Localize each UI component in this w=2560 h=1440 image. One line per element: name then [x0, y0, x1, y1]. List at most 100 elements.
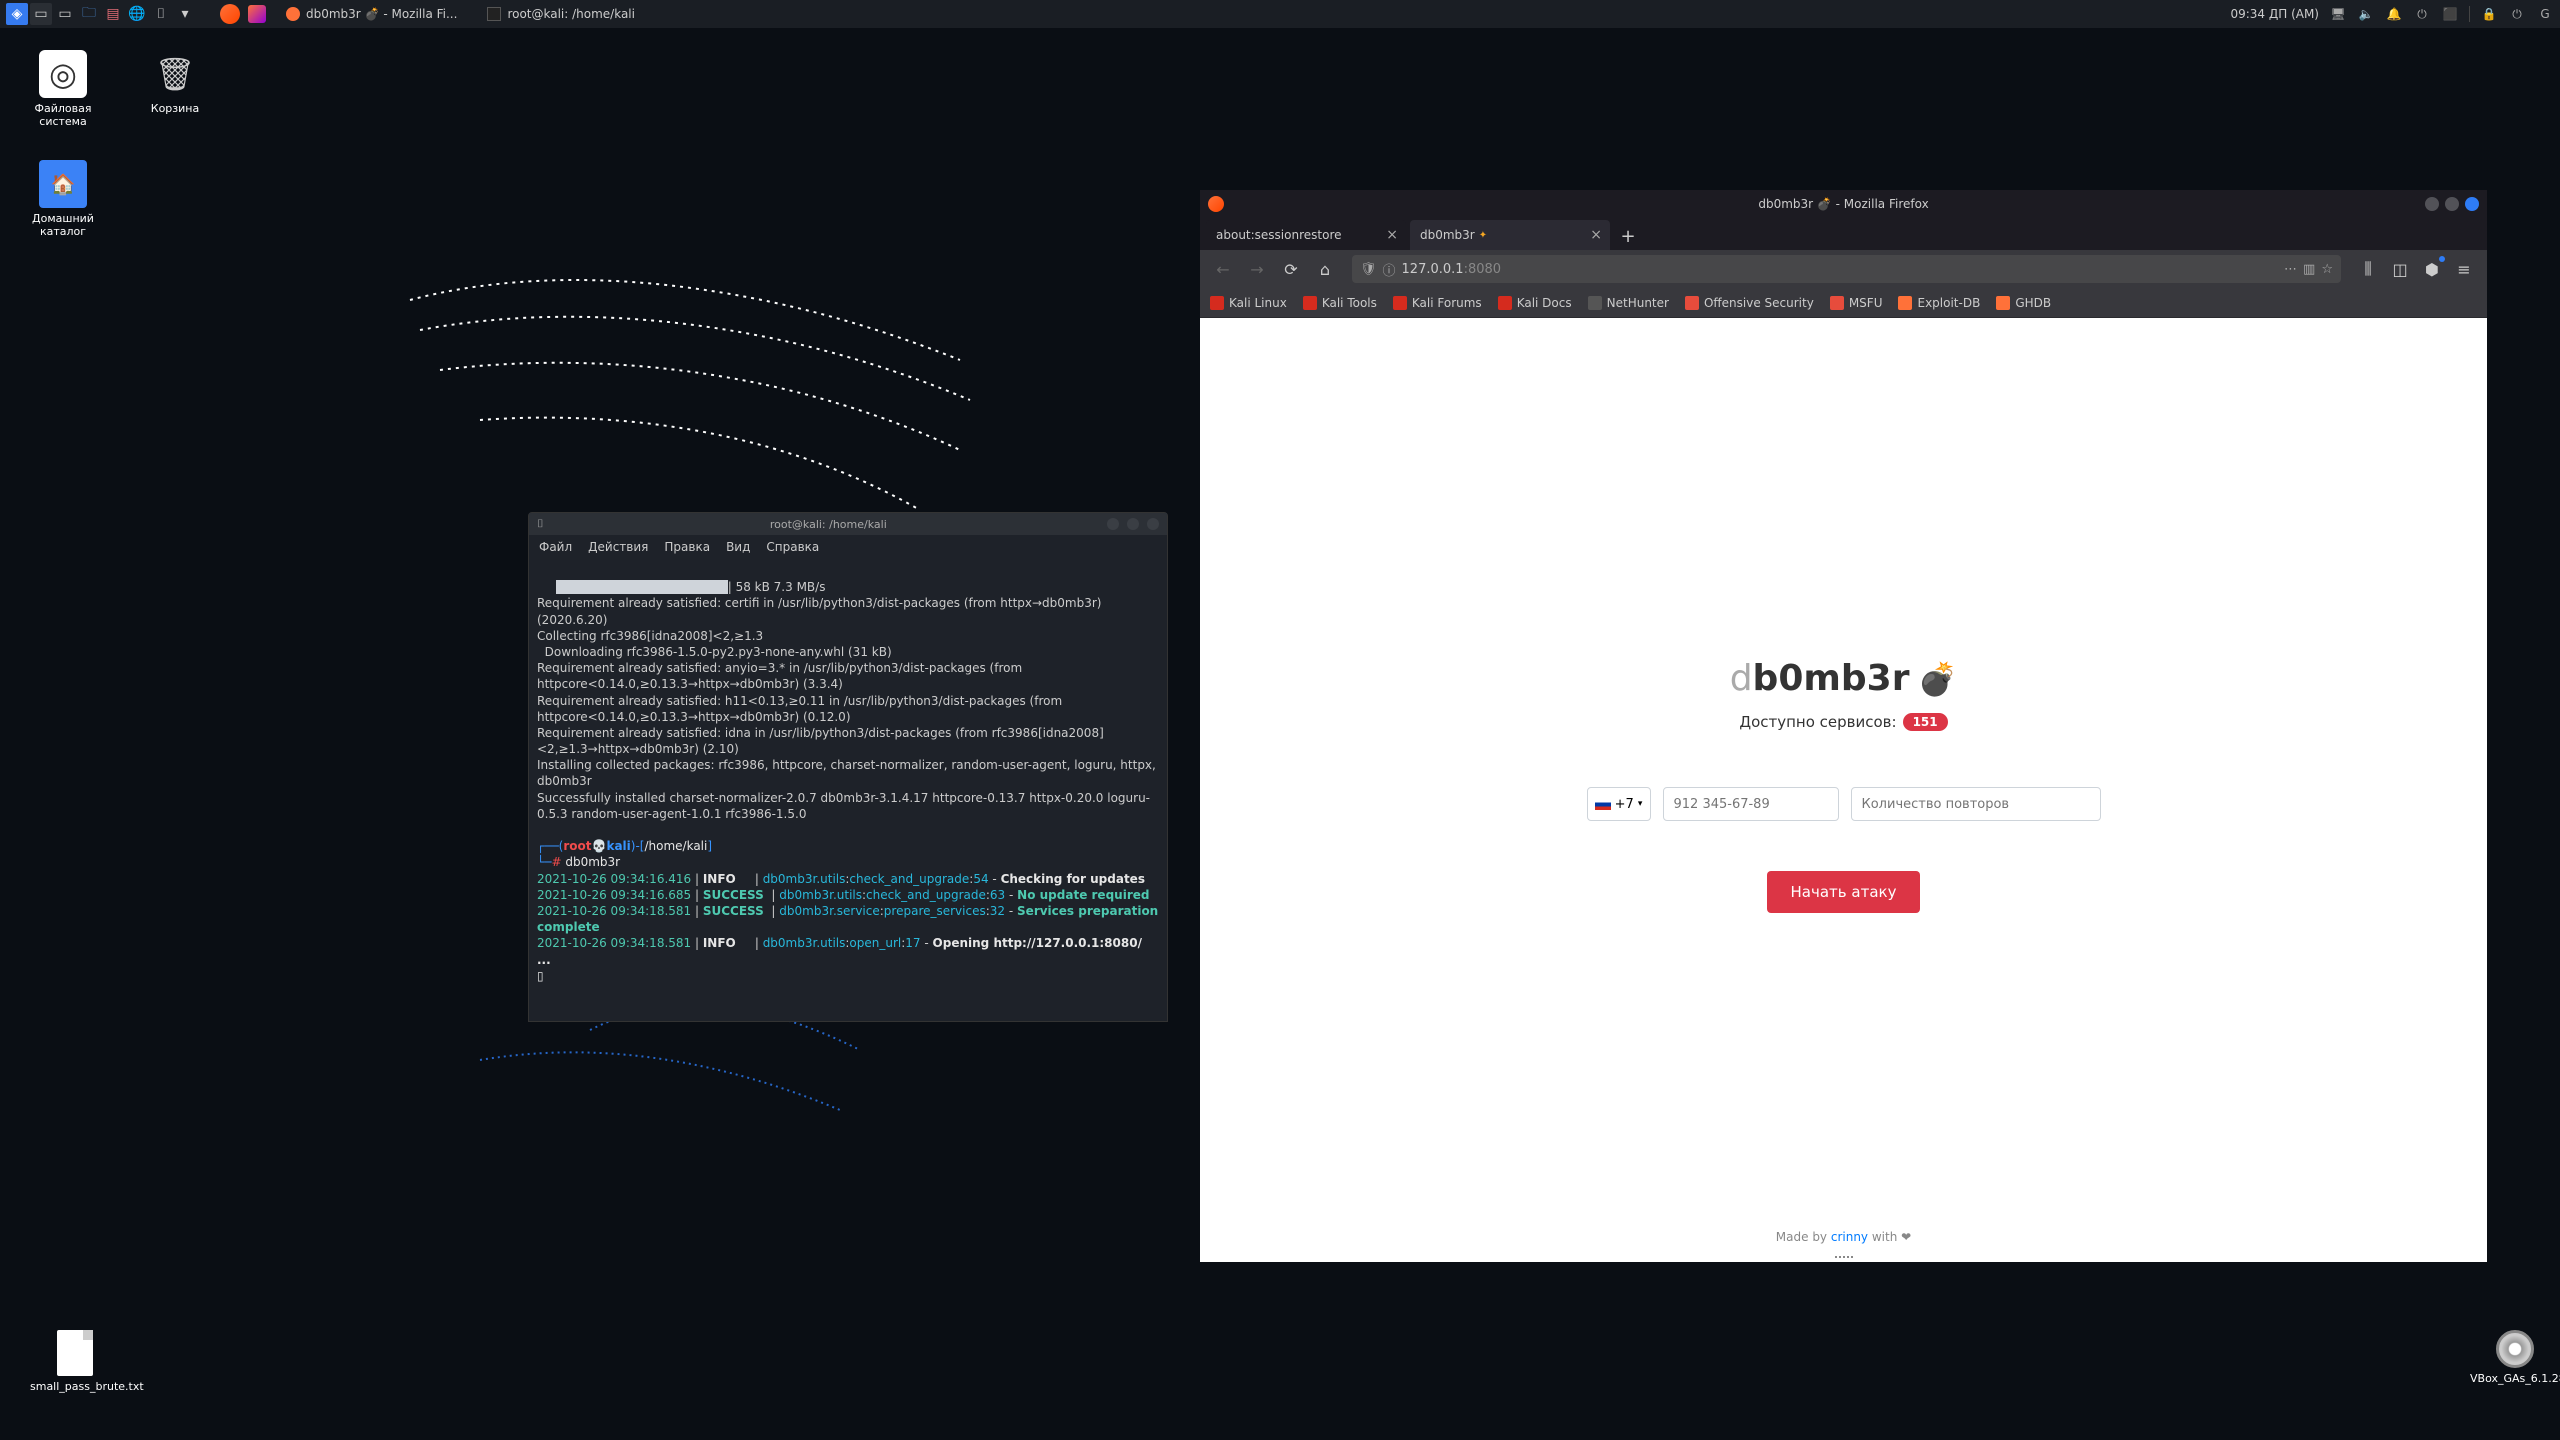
- author-link[interactable]: crinny: [1831, 1230, 1868, 1244]
- taskbar-firefox[interactable]: db0mb3r 💣 - Mozilla Fi...: [276, 0, 467, 28]
- menu-view[interactable]: Вид: [726, 540, 750, 554]
- terminal-titlebar-icon: ⌷: [537, 517, 544, 531]
- bookmarks-bar: Kali Linux Kali Tools Kali Forums Kali D…: [1200, 288, 2487, 318]
- terminal-titlebar[interactable]: ⌷ root@kali: /home/kali: [529, 513, 1167, 535]
- firefox-min-button[interactable]: [2425, 197, 2439, 211]
- offsec-icon: [1685, 296, 1699, 310]
- taskbar-terminal[interactable]: root@kali: /home/kali: [477, 0, 645, 28]
- back-button[interactable]: ←: [1208, 254, 1238, 284]
- firefox-logo-icon: [1208, 196, 1224, 212]
- desktop-text-file[interactable]: small_pass_brute.txt: [30, 1330, 120, 1393]
- home-button[interactable]: ⌂: [1310, 254, 1340, 284]
- ghdb-icon: [1996, 296, 2010, 310]
- firefox-toolbar: ← → ⟳ ⌂ 🛡 ⓘ 127.0.0.1:8080 ⋯ ▥ ☆ ⫼ ◫ ⬢ ≡: [1200, 250, 2487, 288]
- desktop-home-label: Домашний каталог: [18, 212, 108, 238]
- desktop-home[interactable]: 🏠 Домашний каталог: [18, 160, 108, 238]
- tab-sessionrestore[interactable]: about:sessionrestore ×: [1206, 220, 1406, 250]
- country-code-select[interactable]: +7 ▾: [1587, 787, 1651, 821]
- network-icon[interactable]: ⏻: [2413, 5, 2431, 23]
- browser-shortcut-icon[interactable]: 🌐: [126, 3, 148, 25]
- notifications-icon[interactable]: 🔔: [2385, 5, 2403, 23]
- tab-close-icon[interactable]: ×: [1590, 227, 1602, 243]
- bookmark-offsec[interactable]: Offensive Security: [1685, 296, 1814, 310]
- bookmark-ghdb[interactable]: GHDB: [1996, 296, 2051, 310]
- resize-handle-icon[interactable]: [1824, 1256, 1864, 1260]
- firefox-titlebar[interactable]: db0mb3r 💣 - Mozilla Firefox: [1200, 190, 2487, 218]
- workspace-1-icon[interactable]: ▭: [30, 3, 52, 25]
- repetitions-input[interactable]: [1851, 787, 2101, 821]
- menu-help[interactable]: Справка: [766, 540, 819, 554]
- page-actions-icon[interactable]: ⋯: [2284, 262, 2297, 277]
- forward-button[interactable]: →: [1242, 254, 1272, 284]
- desktop-filesystem[interactable]: ◎ Файловая система: [18, 50, 108, 128]
- url-host: 127.0.0.1: [1402, 262, 1464, 277]
- start-attack-button[interactable]: Начать атаку: [1767, 871, 1921, 913]
- terminal-icon: [487, 7, 501, 21]
- bookmark-kali-linux[interactable]: Kali Linux: [1210, 296, 1287, 310]
- phone-input[interactable]: [1663, 787, 1839, 821]
- bookmark-kali-forums[interactable]: Kali Forums: [1393, 296, 1482, 310]
- terminal-close-button[interactable]: [1147, 518, 1159, 530]
- bookmark-nethunter[interactable]: NetHunter: [1588, 296, 1669, 310]
- terminal-max-button[interactable]: [1127, 518, 1139, 530]
- site-info-icon[interactable]: ⓘ: [1383, 260, 1396, 279]
- app-subtitle: Доступно сервисов: 151: [1739, 713, 1947, 731]
- firefox-max-button[interactable]: [2445, 197, 2459, 211]
- app-menu-icon[interactable]: ◈: [6, 3, 28, 25]
- new-tab-button[interactable]: +: [1614, 222, 1642, 250]
- nethunter-icon: [1588, 296, 1602, 310]
- terminal-output[interactable]: | 58 kB 7.3 MB/s Requirement already sat…: [529, 559, 1167, 1004]
- home-folder-icon: 🏠: [39, 160, 87, 208]
- menu-edit[interactable]: Правка: [664, 540, 710, 554]
- terminal-min-button[interactable]: [1107, 518, 1119, 530]
- text-file-icon: [57, 1330, 93, 1376]
- menu-file[interactable]: Файл: [539, 540, 572, 554]
- menu-actions[interactable]: Действия: [588, 540, 648, 554]
- reload-button[interactable]: ⟳: [1276, 254, 1306, 284]
- tab-loading-icon: ✦: [1479, 230, 1487, 241]
- url-port: :8080: [1464, 262, 1501, 277]
- reader-icon[interactable]: ▥: [2303, 262, 2315, 277]
- bookmark-exploit-db[interactable]: Exploit-DB: [1898, 296, 1980, 310]
- firefox-close-button[interactable]: [2465, 197, 2479, 211]
- desktop-trash[interactable]: 🗑 Корзина: [130, 50, 220, 115]
- tab-db0mb3r[interactable]: db0mb3r ✦ ×: [1410, 220, 1610, 250]
- desktop-text-file-label: small_pass_brute.txt: [30, 1380, 120, 1393]
- user-icon[interactable]: G: [2536, 5, 2554, 23]
- flag-ru-icon: [1595, 799, 1611, 810]
- page-content: db0mb3r 💣 Доступно сервисов: 151 +7 ▾ На…: [1200, 318, 2487, 1262]
- top-panel: ◈ ▭ ▭ 🗀 ▤ 🌐 ⌷ ▾ db0mb3r 💣 - Mozilla Fi..…: [0, 0, 2560, 28]
- shield-icon[interactable]: 🛡: [1360, 262, 1377, 277]
- menu-icon[interactable]: ≡: [2449, 254, 2479, 284]
- taskbar-firefox-label: db0mb3r 💣 - Mozilla Fi...: [306, 7, 457, 21]
- text-editor-icon[interactable]: ▤: [102, 3, 124, 25]
- display-icon[interactable]: 🖥: [2329, 5, 2347, 23]
- terminal-shortcut-icon[interactable]: ⌷: [150, 3, 172, 25]
- desktop-cd-label: VBox_GAs_6.1.28: [2470, 1372, 2560, 1385]
- terminal-menubar: Файл Действия Правка Вид Справка: [529, 535, 1167, 559]
- lock-icon[interactable]: 🔒: [2480, 5, 2498, 23]
- app-form: +7 ▾: [1587, 787, 2101, 821]
- bookmark-star-icon[interactable]: ☆: [2321, 262, 2333, 277]
- extension-icon[interactable]: ⬢: [2417, 254, 2447, 284]
- bookmark-kali-tools[interactable]: Kali Tools: [1303, 296, 1377, 310]
- desktop-cd[interactable]: VBox_GAs_6.1.28: [2470, 1330, 2560, 1385]
- kali-icon: [1210, 296, 1224, 310]
- firefox-launcher-icon[interactable]: [220, 4, 240, 24]
- sidebar-icon[interactable]: ◫: [2385, 254, 2415, 284]
- firefox-dev-launcher-icon[interactable]: [248, 5, 266, 23]
- bookmark-msfu[interactable]: MSFU: [1830, 296, 1883, 310]
- dropdown-icon[interactable]: ▾: [174, 3, 196, 25]
- bookmark-kali-docs[interactable]: Kali Docs: [1498, 296, 1572, 310]
- file-manager-icon[interactable]: 🗀: [78, 3, 100, 25]
- tab-close-icon[interactable]: ×: [1386, 227, 1398, 243]
- url-bar[interactable]: 🛡 ⓘ 127.0.0.1:8080 ⋯ ▥ ☆: [1352, 255, 2341, 283]
- clock: 09:34 ДП (AM): [2230, 7, 2319, 21]
- firefox-icon: [286, 7, 300, 21]
- volume-icon[interactable]: 🔈: [2357, 5, 2375, 23]
- firefox-tabbar: about:sessionrestore × db0mb3r ✦ × +: [1200, 218, 2487, 250]
- power-icon[interactable]: ⏻: [2508, 5, 2526, 23]
- library-icon[interactable]: ⫼: [2353, 254, 2383, 284]
- workspace-2-icon[interactable]: ▭: [54, 3, 76, 25]
- updates-icon[interactable]: ⬛: [2441, 5, 2459, 23]
